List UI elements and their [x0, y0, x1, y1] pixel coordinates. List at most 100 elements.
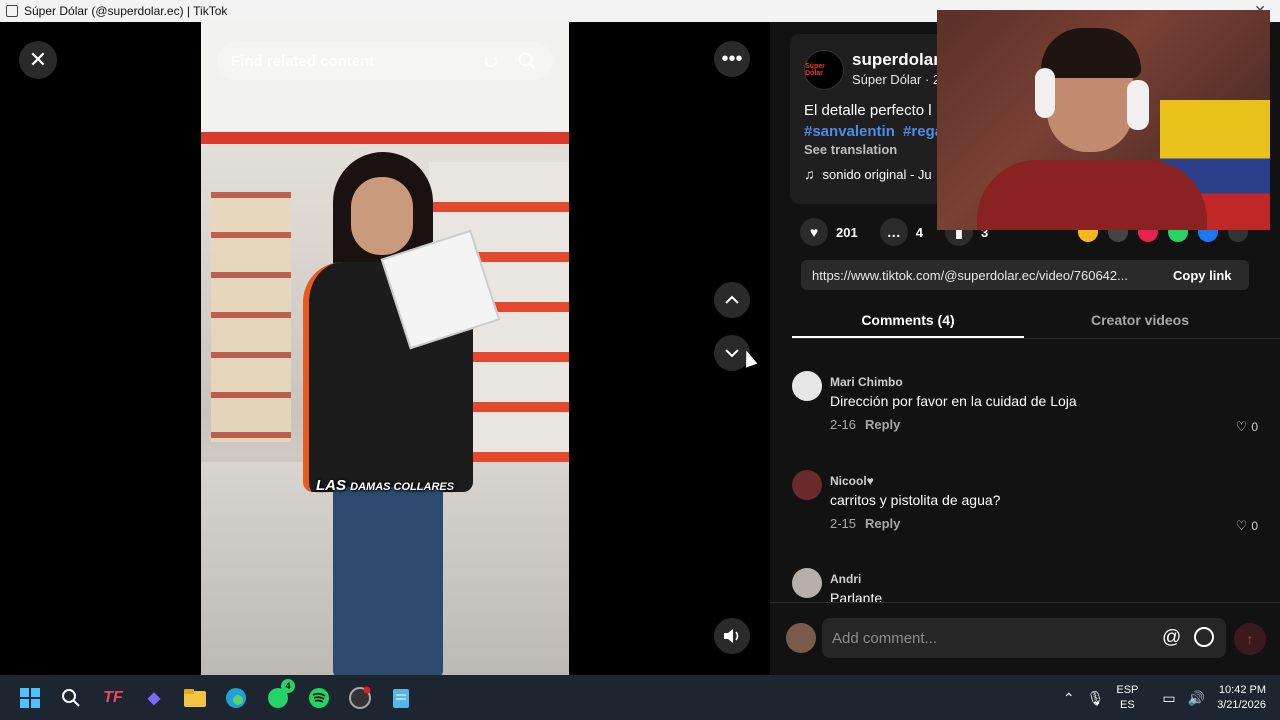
comment-icon: … [879, 218, 908, 246]
reply-button[interactable]: Reply [865, 516, 900, 531]
ellipsis-icon: ••• [721, 47, 743, 70]
send-comment-button[interactable]: ↑ [1234, 623, 1266, 655]
comment-item: Nicool♥ carritos y pistolita de agua? 2-… [792, 461, 1268, 551]
windows-start-icon[interactable] [17, 685, 43, 711]
comment-action[interactable]: … 4 [879, 218, 923, 246]
caption-small-text: DAMAS COLLARES [350, 481, 455, 493]
clock-time: 10:42 PM [1218, 684, 1266, 696]
comment-like-button[interactable]: ♡ 0 [1236, 518, 1258, 534]
comment-list: Mari Chimbo Dirección por favor en la cu… [792, 362, 1268, 602]
comment-date: 2-15 [830, 516, 857, 531]
keyboard-layout: ES [1120, 699, 1135, 711]
author-name[interactable]: superdolar [852, 50, 940, 70]
comment-text: Parlante [830, 590, 883, 602]
language-indicator[interactable]: ESP ES [1116, 683, 1138, 713]
file-explorer-icon[interactable] [182, 685, 208, 711]
windows-taskbar: TF ◆ 4 ⌃ 🎙 ESP ES ▭ 🔊 10:42 PM 3/21/2026 [0, 675, 1280, 720]
previous-video-button[interactable] [714, 282, 750, 318]
hashtag-link[interactable]: #sanvalentin [804, 123, 895, 140]
comment-text: carritos y pistolita de agua? [830, 492, 1001, 508]
search-icon[interactable] [517, 51, 537, 71]
whatsapp-badge: 4 [281, 679, 295, 693]
like-count: 201 [836, 224, 858, 240]
video-frame-shelves-left [211, 192, 291, 442]
video-caption: LAS DAMAS COLLARES [316, 477, 454, 494]
microphone-icon[interactable]: 🎙 [1087, 690, 1105, 707]
commenter-avatar[interactable] [792, 371, 822, 401]
webcam-overlay [937, 10, 1270, 230]
music-title: sonido original - Ju [822, 166, 932, 182]
edge-browser-icon[interactable] [223, 685, 249, 711]
commenter-name[interactable]: Nicool♥ [830, 474, 874, 488]
comment-like-count: 0 [1251, 519, 1258, 533]
copy-link-button[interactable]: Copy link [1157, 268, 1232, 283]
close-viewer-button[interactable]: ✕ [19, 41, 57, 79]
caption-big-text: LAS [316, 477, 346, 494]
commenter-name[interactable]: Mari Chimbo [830, 375, 903, 389]
link-row: https://www.tiktok.com/@superdolar.ec/vi… [801, 260, 1249, 290]
commenter-avatar[interactable] [792, 568, 822, 598]
network-icon[interactable]: ▭ [1162, 690, 1175, 707]
search-taskbar-icon[interactable] [58, 685, 84, 711]
chevron-down-icon [725, 349, 739, 358]
reply-button[interactable]: Reply [865, 417, 900, 432]
volume-button[interactable] [714, 618, 750, 654]
volume-tray-icon[interactable]: 🔊 [1188, 690, 1205, 707]
obs-icon[interactable] [347, 685, 373, 711]
mention-icon[interactable]: @ [1162, 627, 1181, 649]
avatar-logo-text: Súper Dólar [805, 63, 825, 77]
streamer-hair [1041, 28, 1141, 78]
tab-comments[interactable]: Comments (4) [792, 303, 1024, 338]
commenter-name[interactable]: Andri [830, 572, 861, 586]
post-hashtags: #sanvalentin #rega [804, 123, 947, 140]
author-avatar[interactable]: Súper Dólar [804, 50, 844, 90]
headset-left [1035, 68, 1055, 118]
video-player[interactable]: Find related content LAS DAMAS COLLARES [201, 22, 569, 675]
post-description: El detalle perfecto l [804, 102, 932, 119]
loading-icon [485, 55, 497, 67]
browser-app-icon [6, 5, 18, 17]
chevron-up-tray-icon[interactable]: ⌃ [1063, 690, 1075, 707]
commenter-avatar[interactable] [792, 470, 822, 500]
music-note-icon: ♫ [804, 166, 815, 182]
language-code: ESP [1116, 684, 1139, 696]
more-options-button[interactable]: ••• [714, 41, 750, 77]
comment-like-count: 0 [1251, 420, 1258, 434]
video-viewer: ✕ Find related content LAS DAMAS COLLARE… [0, 22, 770, 675]
heart-icon: ♥ [800, 218, 828, 246]
arrow-up-icon: ↑ [1246, 631, 1254, 647]
comment-item: Andri Parlante [792, 559, 1268, 602]
system-tray: ⌃ 🎙 ESP ES ▭ 🔊 10:42 PM 3/21/2026 [1051, 682, 1266, 714]
dev-app-icon[interactable]: ◆ [141, 685, 167, 711]
heart-outline-icon: ♡ [1235, 419, 1248, 434]
comment-input-placeholder: Add comment... [832, 629, 938, 647]
tf-app-icon[interactable]: TF [100, 685, 126, 711]
panel-tabs: Comments (4) Creator videos [792, 303, 1280, 339]
music-link[interactable]: ♫ sonido original - Ju [804, 166, 932, 182]
speaker-icon [724, 629, 739, 643]
video-link-text[interactable]: https://www.tiktok.com/@superdolar.ec/vi… [801, 268, 1157, 283]
see-translation-link[interactable]: See translation [804, 142, 897, 157]
comment-like-button[interactable]: ♡ 0 [1236, 419, 1258, 435]
streamer-shirt [977, 160, 1207, 230]
emoji-icon[interactable] [1194, 627, 1214, 647]
system-clock[interactable]: 10:42 PM 3/21/2026 [1217, 683, 1266, 713]
like-action[interactable]: ♥ 201 [800, 218, 858, 246]
close-icon: ✕ [28, 47, 48, 72]
search-placeholder: Find related content [231, 52, 375, 70]
window-title: Súper Dólar (@superdolar.ec) | TikTok [24, 4, 228, 18]
video-frame-ceiling [201, 22, 569, 142]
add-comment-bar: Add comment... @ ↑ [770, 602, 1280, 675]
whatsapp-taskbar-icon[interactable]: 4 [265, 679, 295, 711]
spotify-icon[interactable] [306, 685, 332, 711]
headset-right [1127, 80, 1149, 130]
tab-creator-videos[interactable]: Creator videos [1024, 303, 1256, 338]
comment-date: 2-16 [830, 417, 857, 432]
comment-count: 4 [915, 224, 923, 240]
find-related-search[interactable]: Find related content [217, 42, 553, 80]
heart-outline-icon: ♡ [1235, 518, 1248, 533]
comment-item: Mari Chimbo Dirección por favor en la cu… [792, 362, 1268, 452]
notepad-icon[interactable] [388, 685, 414, 711]
video-frame-stripe [201, 132, 569, 144]
author-subtitle: Súper Dólar · 2 [852, 72, 941, 87]
